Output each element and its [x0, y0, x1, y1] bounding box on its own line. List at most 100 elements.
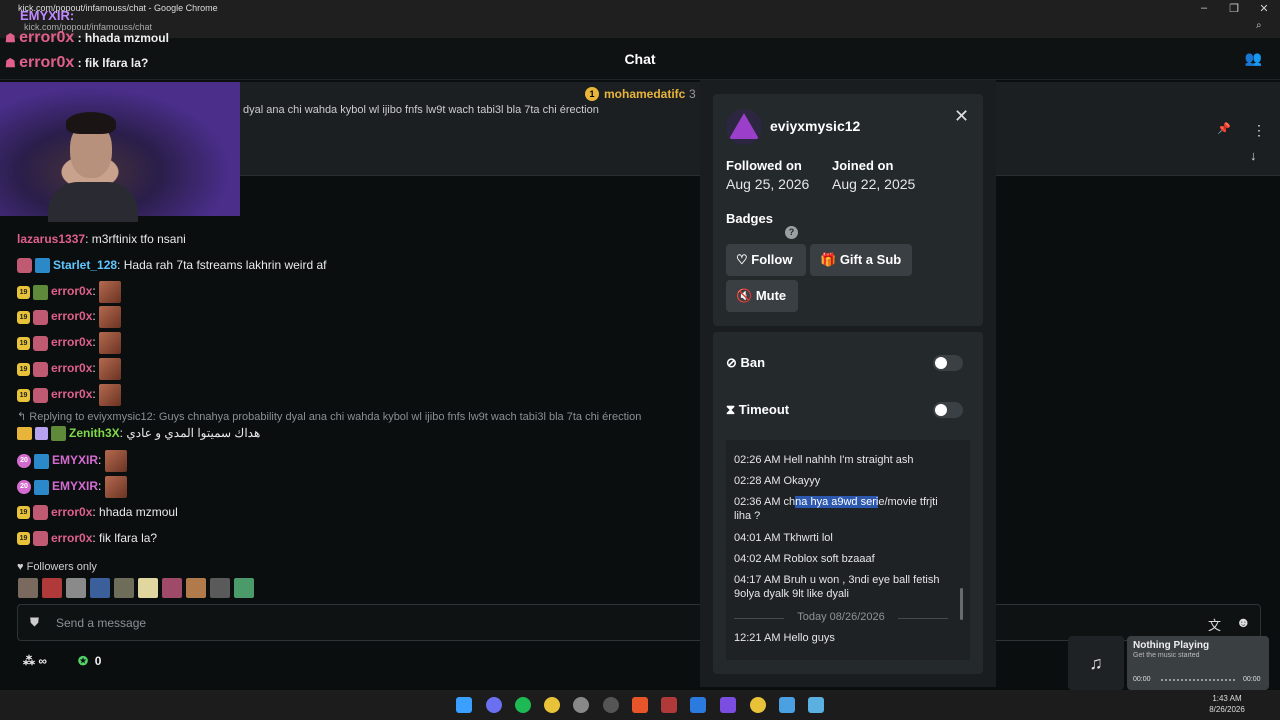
- separator-text: Today 08/26/2026: [797, 611, 885, 623]
- app-icon[interactable]: [690, 697, 706, 713]
- chat-message: lazarus1337: m3rftinix tfo nsani: [17, 232, 186, 246]
- browser-titlebar: kick.com/popout/infamouss/chat - Google …: [0, 0, 1280, 38]
- message-placeholder: Send a message: [56, 616, 147, 630]
- chat-username[interactable]: Starlet_128: [53, 258, 117, 272]
- emote-icon[interactable]: [90, 578, 110, 598]
- restore-icon[interactable]: ❐: [1224, 2, 1244, 15]
- clock-time: 1:43 AM: [1212, 694, 1242, 703]
- overlay-username[interactable]: error0x: [19, 54, 74, 71]
- emote-icon: [99, 384, 122, 406]
- avatar-badge-icon: [33, 387, 48, 403]
- avatar-badge-icon: [33, 505, 48, 521]
- followers-only-label: ♥ Followers only: [17, 561, 97, 573]
- chrome-icon[interactable]: [544, 697, 560, 713]
- followers-only-text: Followers only: [26, 561, 97, 573]
- windows-start-icon[interactable]: [456, 697, 472, 713]
- history-text: Hello guys: [783, 632, 835, 644]
- emote-icon: [99, 306, 122, 328]
- zoom-icon[interactable]: ⌕: [1256, 20, 1262, 31]
- pin-icon[interactable]: 📌: [1217, 122, 1231, 135]
- emote-icon[interactable]: [162, 578, 182, 598]
- emote-icon[interactable]: [234, 578, 254, 598]
- follow-button[interactable]: ♡ Follow: [726, 244, 806, 276]
- history-scrollbar[interactable]: [960, 588, 963, 620]
- users-icon[interactable]: 👥: [1245, 50, 1262, 67]
- mute-button[interactable]: 🔇 Mute: [726, 280, 798, 312]
- music-end-time: 00:00: [1243, 676, 1261, 683]
- chat-username[interactable]: error0x: [51, 284, 92, 298]
- app-icon[interactable]: [779, 697, 795, 713]
- ban-toggle[interactable]: [933, 355, 963, 371]
- notepad-icon[interactable]: [808, 697, 824, 713]
- sub-badge: 19: [17, 506, 30, 520]
- chat-username[interactable]: error0x: [51, 309, 92, 323]
- message-history[interactable]: 02:26 AM Hell nahhh I'm straight ash 02:…: [726, 440, 970, 660]
- viewers-value: ∞: [38, 654, 47, 668]
- chat-username[interactable]: EMYXIR: [52, 453, 98, 467]
- chrome-active-icon[interactable]: [750, 697, 766, 713]
- help-icon[interactable]: ?: [785, 226, 798, 239]
- history-time: 02:36 AM: [734, 496, 781, 508]
- pinned-username[interactable]: mohamedatifc: [604, 87, 685, 101]
- emote-icon[interactable]: [186, 578, 206, 598]
- chat-username[interactable]: error0x: [51, 387, 92, 401]
- close-icon[interactable]: ✕: [954, 106, 969, 127]
- chevron-down-icon[interactable]: ↓: [1250, 148, 1257, 163]
- chat-message: 19 error0x:: [17, 358, 122, 380]
- chat-username[interactable]: error0x: [51, 531, 92, 545]
- emoji-icon[interactable]: ☻: [1236, 614, 1251, 630]
- emote-icon[interactable]: [114, 578, 134, 598]
- user-card: eviyxmysic12 ✕ Followed on Aug 25, 2026 …: [700, 80, 996, 687]
- spotify-icon[interactable]: [515, 697, 531, 713]
- more-options-icon[interactable]: ⋮: [1252, 122, 1266, 139]
- emote-icon: [99, 281, 122, 303]
- user-card-profile: eviyxmysic12 ✕ Followed on Aug 25, 2026 …: [713, 94, 983, 326]
- obs-icon[interactable]: [573, 697, 589, 713]
- chat-message: 19 error0x:: [17, 332, 122, 354]
- close-window-icon[interactable]: ✕: [1254, 2, 1274, 15]
- app-icon[interactable]: [603, 697, 619, 713]
- music-note-icon[interactable]: ♫: [1068, 636, 1124, 690]
- brave-icon[interactable]: [632, 697, 648, 713]
- chat-username[interactable]: error0x: [51, 335, 92, 349]
- chat-username[interactable]: EMYXIR: [52, 479, 98, 493]
- gift-sub-button[interactable]: 🎁 Gift a Sub: [810, 244, 912, 276]
- overlay-username[interactable]: error0x: [19, 29, 74, 46]
- chat-header: ☗ error0x : hhada mzmoul ☗ error0x : fik…: [0, 29, 1280, 80]
- timeout-label: Timeout: [738, 402, 790, 417]
- emote-icon[interactable]: [42, 578, 62, 598]
- minimize-icon[interactable]: –: [1194, 2, 1214, 14]
- avatar: [726, 109, 762, 145]
- translate-icon[interactable]: 文: [1208, 615, 1221, 634]
- chat-username[interactable]: Zenith3X: [69, 426, 120, 440]
- chat-message: 19 error0x: hhada mzmoul: [17, 502, 178, 522]
- history-item: 02:36 AM chna hya a9wd serie/movie tfrjt…: [734, 495, 948, 523]
- history-time: 04:01 AM: [734, 532, 781, 544]
- reply-context[interactable]: ↰ Replying to eviyxmysic12: Guys chnahya…: [17, 410, 641, 423]
- clock[interactable]: 1:43 AM 8/26/2026: [1205, 693, 1249, 715]
- history-text: Roblox soft bzaaaf: [783, 553, 875, 565]
- avatar-badge-icon: [33, 335, 48, 351]
- follow-label: Follow: [751, 252, 793, 267]
- emote-icon[interactable]: [66, 578, 86, 598]
- emote-icon[interactable]: [18, 578, 38, 598]
- selected-text: na hya a9wd seri: [795, 496, 879, 508]
- overlay-avatar-icon: ☗: [5, 56, 20, 70]
- history-time: 02:28 AM: [734, 475, 781, 487]
- app-icon[interactable]: [720, 697, 736, 713]
- discord-icon[interactable]: [486, 697, 502, 713]
- chat-username[interactable]: lazarus1337: [17, 232, 85, 246]
- emote-icon[interactable]: [138, 578, 158, 598]
- chat-username[interactable]: error0x: [51, 361, 92, 375]
- chat-username[interactable]: error0x: [51, 505, 92, 519]
- channel-points[interactable]: ✪ 0: [78, 654, 101, 668]
- timeout-toggle[interactable]: [933, 402, 963, 418]
- reply-text: Replying to eviyxmysic12: Guys chnahya p…: [29, 411, 642, 423]
- sub-badge: 19: [17, 336, 30, 350]
- followed-label: Followed on: [726, 158, 802, 173]
- music-progress[interactable]: [1161, 679, 1235, 681]
- card-username[interactable]: eviyxmysic12: [770, 118, 860, 134]
- app-icon[interactable]: [661, 697, 677, 713]
- emote-icon[interactable]: [210, 578, 230, 598]
- sub-badge: 20: [17, 480, 31, 494]
